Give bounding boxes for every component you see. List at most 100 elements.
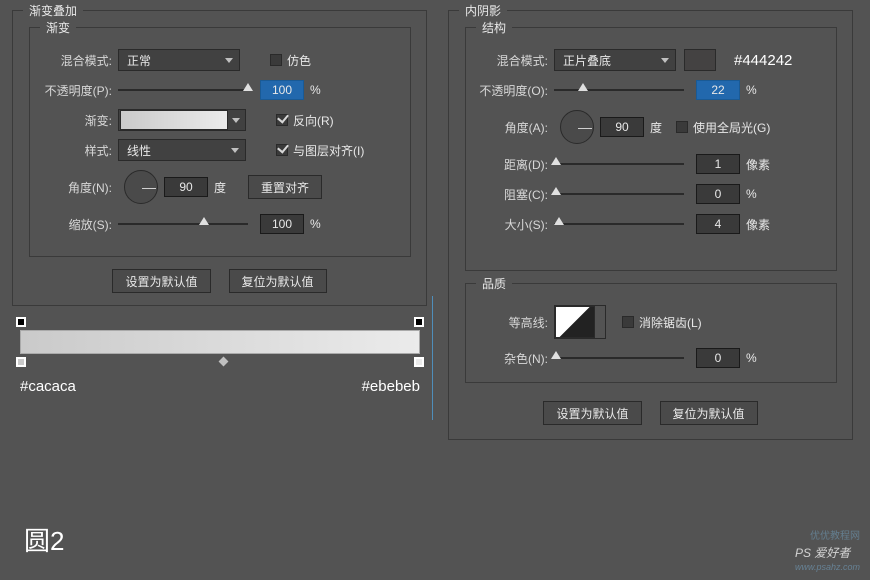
contour-thumb	[555, 306, 595, 338]
opacity-slider[interactable]	[554, 81, 684, 99]
antialias-checkbox[interactable]	[622, 316, 634, 328]
distance-row: 距离(D): 1 像素	[476, 152, 826, 176]
style-row: 样式: 线性 与图层对齐(I)	[40, 138, 400, 162]
watermark-small: 优优教程网	[810, 527, 860, 542]
contour-row: 等高线: 消除锯齿(L)	[476, 304, 826, 340]
quality-group: 品质 等高线: 消除锯齿(L) 杂色(N): 0 %	[465, 283, 837, 383]
scale-label: 缩放(S):	[40, 216, 118, 233]
gradient-overlay-panel: 渐变叠加 渐变 混合模式: 正常 仿色 不透明度(P): 100 % 渐变:	[12, 10, 427, 306]
align-checkbox[interactable]	[276, 144, 288, 156]
percent-unit: %	[310, 217, 321, 231]
reset-align-button[interactable]: 重置对齐	[248, 175, 322, 199]
noise-row: 杂色(N): 0 %	[476, 346, 826, 370]
size-input[interactable]: 4	[696, 214, 740, 234]
panel-title: 渐变叠加	[23, 2, 83, 19]
watermark: PS 爱好者 www.psahz.com	[795, 541, 860, 572]
global-light-label: 使用全局光(G)	[693, 119, 770, 136]
angle-input[interactable]: 90	[600, 117, 644, 137]
gradient-preview	[120, 110, 228, 130]
opacity-row: 不透明度(O): 22 %	[476, 78, 826, 102]
degree-unit: 度	[650, 119, 662, 136]
angle-label: 角度(N):	[40, 179, 118, 196]
contour-picker[interactable]	[554, 305, 606, 339]
noise-slider[interactable]	[554, 349, 684, 367]
right-stop-hex: #ebebeb	[362, 378, 420, 395]
scale-slider[interactable]	[118, 215, 248, 233]
set-default-button[interactable]: 设置为默认值	[112, 269, 210, 293]
opacity-stop-left[interactable]	[16, 317, 26, 327]
angle-input[interactable]: 90	[164, 177, 208, 197]
distance-label: 距离(D):	[476, 156, 554, 173]
scale-row: 缩放(S): 100 %	[40, 212, 400, 236]
angle-row: 角度(N): 90 度 重置对齐	[40, 168, 400, 206]
opacity-input[interactable]: 22	[696, 80, 740, 100]
gradient-editor[interactable]: #cacaca #ebebeb	[20, 330, 420, 395]
structure-group: 结构 混合模式: 正片叠底 #444242 不透明度(O): 22 % 角度(A…	[465, 27, 837, 271]
reverse-checkbox[interactable]	[276, 114, 288, 126]
align-label: 与图层对齐(I)	[293, 142, 364, 159]
percent-unit: %	[310, 83, 321, 97]
percent-unit: %	[746, 187, 757, 201]
blend-mode-label: 混合模式:	[40, 52, 118, 69]
opacity-stop-right[interactable]	[414, 317, 424, 327]
distance-slider[interactable]	[554, 155, 684, 173]
gradient-group: 渐变 混合模式: 正常 仿色 不透明度(P): 100 % 渐变:	[29, 27, 411, 257]
default-buttons-row: 设置为默认值 复位为默认值	[449, 401, 852, 425]
angle-dial[interactable]	[560, 110, 594, 144]
choke-slider[interactable]	[554, 185, 684, 203]
opacity-slider[interactable]	[118, 81, 248, 99]
global-light-checkbox[interactable]	[676, 121, 688, 133]
distance-input[interactable]: 1	[696, 154, 740, 174]
set-default-button[interactable]: 设置为默认值	[543, 401, 641, 425]
color-stop-right[interactable]	[414, 357, 424, 367]
style-dropdown[interactable]: 线性	[118, 139, 246, 161]
angle-label: 角度(A):	[476, 119, 554, 136]
color-swatch[interactable]	[684, 49, 716, 71]
gradient-row: 渐变: 反向(R)	[40, 108, 400, 132]
blend-mode-dropdown[interactable]: 正常	[118, 49, 240, 71]
scale-input[interactable]: 100	[260, 214, 304, 234]
gradient-picker[interactable]	[118, 109, 246, 131]
choke-label: 阻塞(C):	[476, 186, 554, 203]
angle-row: 角度(A): 90 度 使用全局光(G)	[476, 108, 826, 146]
noise-label: 杂色(N):	[476, 350, 554, 367]
degree-unit: 度	[214, 179, 226, 196]
choke-row: 阻塞(C): 0 %	[476, 182, 826, 206]
dither-label: 仿色	[287, 52, 311, 69]
px-unit: 像素	[746, 156, 770, 173]
color-stop-left[interactable]	[16, 357, 26, 367]
blend-mode-row: 混合模式: 正常 仿色	[40, 48, 400, 72]
opacity-row: 不透明度(P): 100 %	[40, 78, 400, 102]
noise-input[interactable]: 0	[696, 348, 740, 368]
inner-shadow-panel: 内阴影 结构 混合模式: 正片叠底 #444242 不透明度(O): 22 % …	[448, 10, 853, 440]
reset-default-button[interactable]: 复位为默认值	[229, 269, 327, 293]
panel-title: 内阴影	[459, 2, 507, 19]
antialias-label: 消除锯齿(L)	[639, 314, 702, 331]
style-label: 样式:	[40, 142, 118, 159]
opacity-label: 不透明度(P):	[40, 82, 118, 99]
angle-dial[interactable]	[124, 170, 158, 204]
group-title: 渐变	[40, 19, 76, 36]
vertical-divider	[432, 296, 433, 420]
blend-mode-value: 正常	[127, 52, 219, 69]
blend-mode-dropdown[interactable]: 正片叠底	[554, 49, 676, 71]
group-title: 结构	[476, 19, 512, 36]
group-title: 品质	[476, 275, 512, 292]
gradient-bar[interactable]	[20, 330, 420, 354]
choke-input[interactable]: 0	[696, 184, 740, 204]
opacity-label: 不透明度(O):	[476, 82, 554, 99]
chevron-down-icon	[225, 58, 233, 63]
reverse-label: 反向(R)	[293, 112, 334, 129]
px-unit: 像素	[746, 216, 770, 233]
left-stop-hex: #cacaca	[20, 378, 76, 395]
dither-checkbox[interactable]	[270, 54, 282, 66]
size-label: 大小(S):	[476, 216, 554, 233]
midpoint-diamond[interactable]	[219, 357, 229, 367]
reset-default-button[interactable]: 复位为默认值	[660, 401, 758, 425]
blend-mode-value: 正片叠底	[563, 52, 655, 69]
default-buttons-row: 设置为默认值 复位为默认值	[13, 269, 426, 293]
size-slider[interactable]	[554, 215, 684, 233]
chevron-down-icon	[231, 148, 239, 153]
opacity-input[interactable]: 100	[260, 80, 304, 100]
contour-label: 等高线:	[476, 314, 554, 331]
